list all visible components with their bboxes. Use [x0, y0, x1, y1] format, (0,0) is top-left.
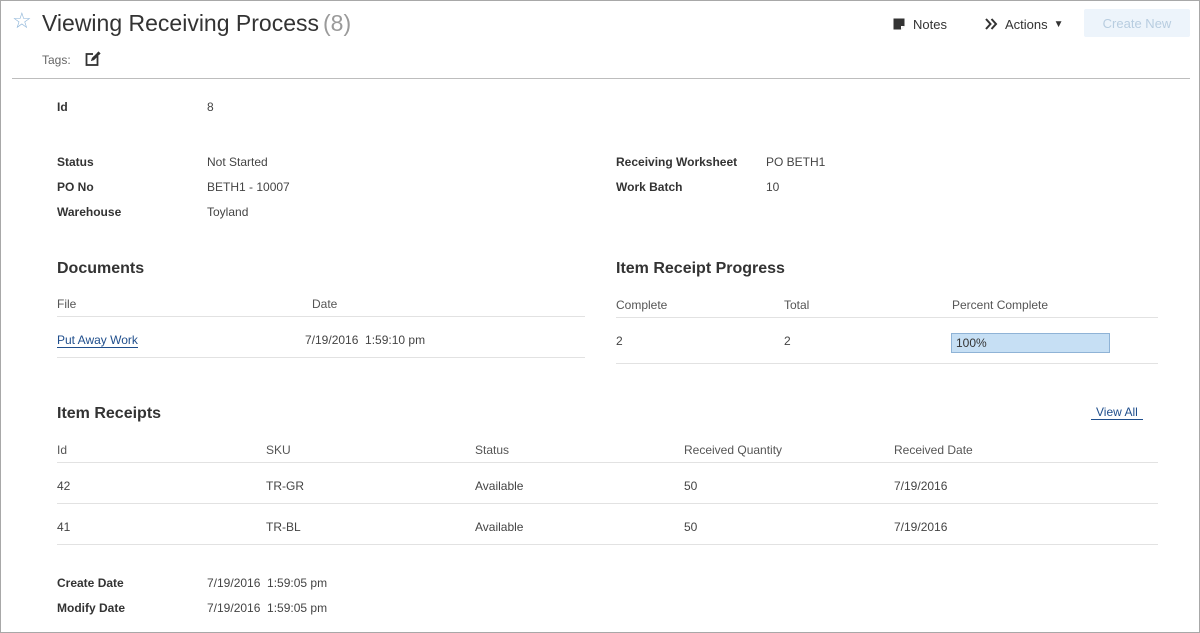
- receipt-sku-link[interactable]: TR-GR: [266, 479, 304, 493]
- notes-icon: [893, 18, 905, 30]
- percent-complete-label: 100%: [956, 336, 987, 350]
- receipt-qty: 50: [684, 520, 698, 534]
- work-batch-link[interactable]: 10: [766, 180, 779, 194]
- status-value: Not Started: [207, 155, 268, 169]
- receipt-id-link[interactable]: 41: [57, 520, 70, 534]
- notes-button[interactable]: Notes: [893, 14, 947, 34]
- create-date-value: 7/19/2016 1:59:05 pm: [207, 576, 328, 590]
- actions-menu-button[interactable]: Actions ▼: [985, 14, 1064, 34]
- receipts-col-status: Status: [475, 443, 510, 457]
- receipts-header-divider: [57, 462, 1158, 463]
- document-file-link[interactable]: Put Away Work: [57, 333, 138, 348]
- documents-col-file: File: [57, 297, 77, 311]
- receiving-worksheet-link[interactable]: PO BETH1: [766, 155, 825, 169]
- double-chevron-right-icon: [985, 18, 998, 30]
- receipt-qty: 50: [684, 479, 698, 493]
- page-title-text: Viewing Receiving Process: [42, 10, 319, 36]
- documents-row-divider: [57, 357, 585, 358]
- progress-heading: Item Receipt Progress: [616, 260, 785, 277]
- actions-label: Actions: [1005, 16, 1048, 32]
- create-new-button[interactable]: Create New: [1084, 9, 1190, 37]
- warehouse-link[interactable]: Toyland: [207, 205, 248, 219]
- receipt-status: Available: [475, 479, 524, 493]
- documents-header-divider: [57, 316, 585, 317]
- id-value: 8: [207, 100, 214, 114]
- documents-heading: Documents: [57, 260, 145, 277]
- po-no-link[interactable]: BETH1 - 10007: [207, 180, 290, 194]
- receipt-status: Available: [475, 520, 524, 534]
- receipts-col-qty: Received Quantity: [684, 443, 783, 457]
- progress-col-total: Total: [784, 298, 810, 312]
- po-no-label: PO No: [57, 180, 94, 194]
- item-receipts-heading: Item Receipts: [57, 405, 162, 422]
- modify-date-value: 7/19/2016 1:59:05 pm: [207, 601, 328, 615]
- progress-col-complete: Complete: [616, 298, 668, 312]
- receiving-worksheet-label: Receiving Worksheet: [616, 155, 738, 169]
- progress-complete-value: 2: [616, 334, 623, 348]
- notes-label: Notes: [913, 16, 947, 32]
- receipt-date: 7/19/2016: [894, 520, 948, 534]
- receipts-col-date: Received Date: [894, 443, 973, 457]
- document-date: 7/19/2016 1:59:10 pm: [305, 333, 426, 347]
- receipts-row-divider: [57, 503, 1158, 504]
- create-date-label: Create Date: [57, 576, 124, 590]
- header-divider: [12, 78, 1190, 79]
- caret-down-icon: ▼: [1053, 18, 1064, 30]
- status-label: Status: [57, 155, 94, 169]
- modify-date-label: Modify Date: [57, 601, 126, 615]
- percent-complete-bar: 100%: [951, 333, 1110, 353]
- tags-label: Tags:: [42, 53, 71, 67]
- receipt-id-link[interactable]: 42: [57, 479, 70, 493]
- id-label: Id: [57, 100, 68, 114]
- receipts-row-divider: [57, 544, 1158, 545]
- receipt-sku-link[interactable]: TR-BL: [266, 520, 301, 534]
- favorite-star-icon[interactable]: ☆: [12, 9, 32, 33]
- receipt-date: 7/19/2016: [894, 479, 948, 493]
- receipts-col-id: Id: [57, 443, 68, 457]
- documents-col-date: Date: [312, 297, 338, 311]
- progress-row-divider: [616, 363, 1158, 364]
- view-all-link[interactable]: View All: [1091, 405, 1143, 420]
- work-batch-label: Work Batch: [616, 180, 683, 194]
- record-count: (8): [323, 10, 352, 36]
- progress-total-value: 2: [784, 334, 791, 348]
- edit-tags-icon[interactable]: [84, 50, 102, 68]
- page-title: Viewing Receiving Process (8): [42, 9, 351, 37]
- progress-header-divider: [616, 317, 1158, 318]
- progress-col-percent: Percent Complete: [952, 298, 1049, 312]
- receipts-col-sku: SKU: [266, 443, 291, 457]
- warehouse-label: Warehouse: [57, 205, 122, 219]
